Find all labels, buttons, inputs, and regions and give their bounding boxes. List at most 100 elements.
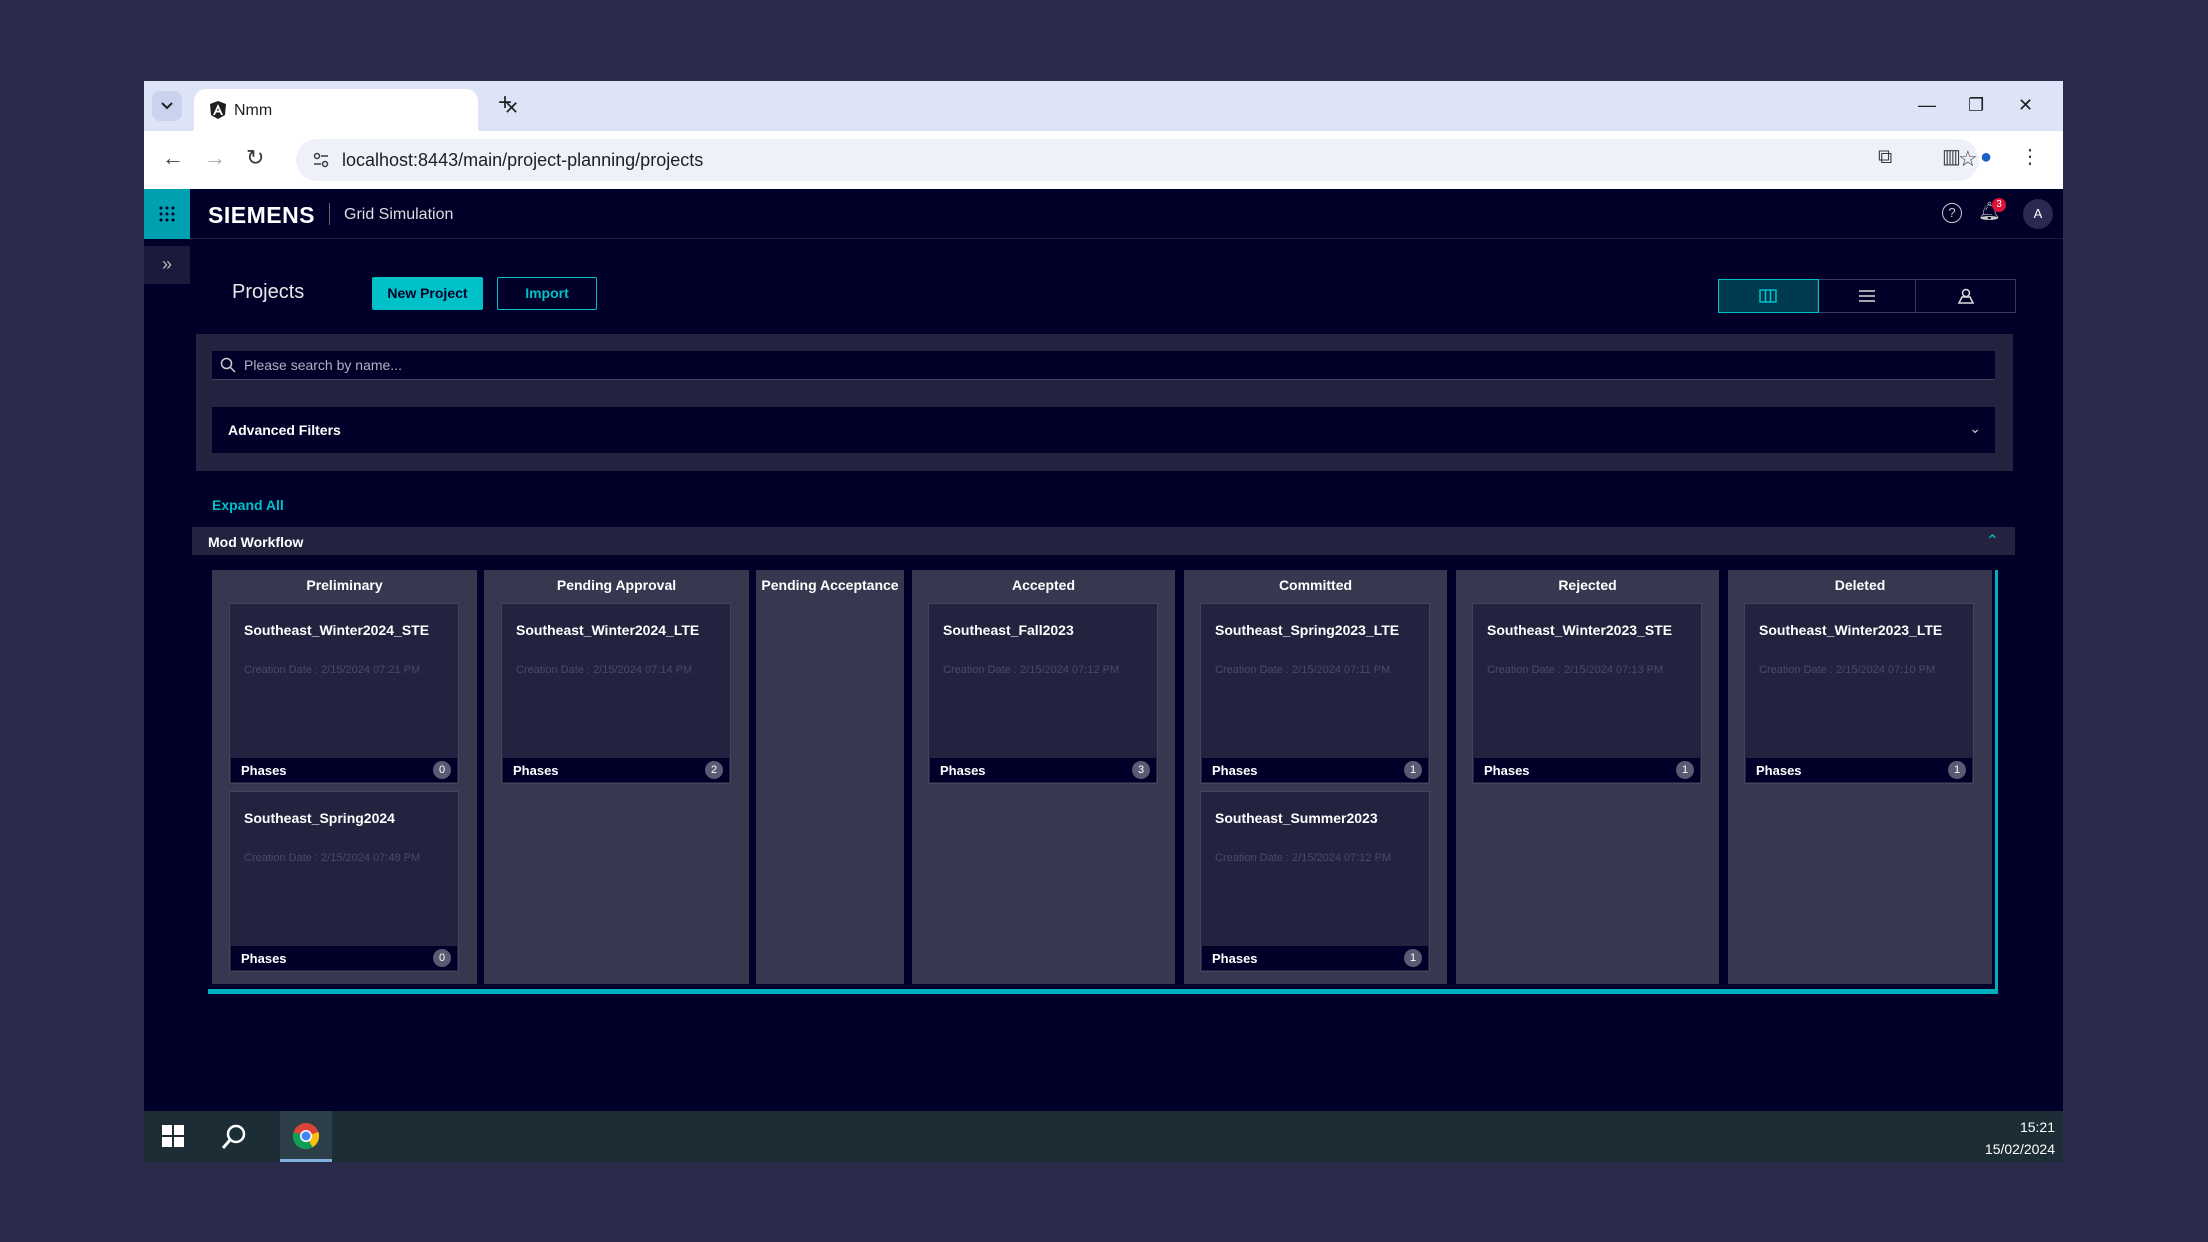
sidebar-expand-icon[interactable]: » xyxy=(144,246,190,284)
close-window-icon[interactable]: ✕ xyxy=(2018,95,2033,116)
avatar[interactable]: A xyxy=(2023,199,2053,229)
project-card[interactable]: Southeast_Summer2023 Creation Date : 2/1… xyxy=(1200,791,1430,972)
phases-label: Phases xyxy=(1212,763,1258,778)
advanced-filters-label: Advanced Filters xyxy=(228,422,341,438)
project-card[interactable]: Southeast_Spring2024 Creation Date : 2/1… xyxy=(229,791,459,972)
site-info-icon[interactable] xyxy=(312,151,330,169)
chevron-down-icon xyxy=(161,102,173,110)
phases-count-badge: 1 xyxy=(1948,761,1966,779)
system-clock[interactable]: 15:21 15/02/2024 xyxy=(1985,1116,2055,1160)
workflow-header[interactable]: Mod Workflow ⌃ xyxy=(192,527,2015,555)
phases-bar: Phases 0 xyxy=(231,758,457,782)
profile-icon[interactable]: ● xyxy=(1980,147,1992,167)
help-icon[interactable]: ? xyxy=(1942,203,1962,223)
project-name: Southeast_Spring2024 xyxy=(244,810,395,826)
tab-title: Nmm xyxy=(234,102,273,119)
column-deleted: Deleted Southeast_Winter2023_LTE Creatio… xyxy=(1728,570,1992,984)
filter-panel: Advanced Filters ⌄ xyxy=(196,334,2013,471)
phases-label: Phases xyxy=(940,763,986,778)
phases-bar: Phases 1 xyxy=(1202,758,1428,782)
app-launcher-button[interactable] xyxy=(144,189,190,239)
view-switcher xyxy=(1718,279,2016,313)
taskbar: 15:21 15/02/2024 xyxy=(144,1111,2063,1162)
creation-date: Creation Date : 2/15/2024 07:12 PM xyxy=(943,664,1120,676)
tab-strip: Nmm ✕ + — ❐ ✕ xyxy=(144,81,2063,131)
brand-logo: SIEMENS xyxy=(208,202,316,228)
phases-count-badge: 0 xyxy=(433,761,451,779)
reload-icon[interactable]: ↻ xyxy=(246,147,264,169)
phases-count-badge: 2 xyxy=(705,761,723,779)
header-divider xyxy=(329,203,330,225)
search-icon[interactable] xyxy=(220,1123,248,1151)
project-card[interactable]: Southeast_Fall2023 Creation Date : 2/15/… xyxy=(928,603,1158,784)
project-name: Southeast_Winter2024_LTE xyxy=(516,622,700,638)
browser-tab[interactable]: Nmm ✕ xyxy=(194,89,519,131)
creation-date: Creation Date : 2/15/2024 07:10 PM xyxy=(1759,664,1936,676)
horizontal-scrollbar[interactable] xyxy=(208,989,1998,994)
address-bar[interactable]: localhost:8443/main/project-planning/pro… xyxy=(296,139,1979,181)
creation-date: Creation Date : 2/15/2024 07:14 PM xyxy=(516,664,693,676)
project-card[interactable]: Southeast_Winter2023_LTE Creation Date :… xyxy=(1744,603,1974,784)
map-pin-icon xyxy=(1957,288,1974,304)
advanced-filters-toggle[interactable]: Advanced Filters ⌄ xyxy=(212,407,1995,453)
project-name: Southeast_Winter2023_STE xyxy=(1487,622,1673,638)
menu-icon[interactable]: ⋮ xyxy=(2020,147,2040,167)
clock-date: 15/02/2024 xyxy=(1984,1141,2055,1157)
search-input[interactable] xyxy=(244,351,1984,379)
column-pending-approval: Pending Approval Southeast_Winter2024_LT… xyxy=(484,570,749,984)
column-preliminary: Preliminary Southeast_Winter2024_STE Cre… xyxy=(212,570,477,984)
phases-count-badge: 1 xyxy=(1404,949,1422,967)
column-title: Accepted xyxy=(1011,577,1076,593)
forward-icon[interactable]: → xyxy=(204,147,226,169)
project-name: Southeast_Winter2023_LTE xyxy=(1759,622,1943,638)
phases-label: Phases xyxy=(1756,763,1802,778)
phases-bar: Phases 2 xyxy=(503,758,729,782)
phases-label: Phases xyxy=(1484,763,1530,778)
project-card[interactable]: Southeast_Spring2023_LTE Creation Date :… xyxy=(1200,603,1430,784)
chevron-up-icon[interactable]: ⌃ xyxy=(1986,531,1999,551)
project-card[interactable]: Southeast_Winter2024_LTE Creation Date :… xyxy=(501,603,731,784)
minimize-icon[interactable]: — xyxy=(1918,95,1936,116)
column-title: Committed xyxy=(1278,577,1353,593)
chrome-icon xyxy=(292,1123,320,1150)
grid-icon xyxy=(159,206,175,222)
extensions-icon[interactable]: ⧉ xyxy=(1878,147,1892,167)
board-view-button[interactable] xyxy=(1718,279,1819,313)
column-title: Preliminary xyxy=(306,577,383,593)
side-panel-icon[interactable]: ▥ xyxy=(1942,147,1961,167)
phases-label: Phases xyxy=(513,763,559,778)
import-button[interactable]: Import xyxy=(497,277,597,310)
project-card[interactable]: Southeast_Winter2024_STE Creation Date :… xyxy=(229,603,459,784)
browser-window: Nmm ✕ + — ❐ ✕ ← → ↻ localhost:8443/main/… xyxy=(144,81,2063,1162)
browser-toolbar: ← → ↻ localhost:8443/main/project-planni… xyxy=(144,131,2063,189)
phases-bar: Phases 1 xyxy=(1474,758,1700,782)
map-view-button[interactable] xyxy=(1916,280,2015,312)
back-icon[interactable]: ← xyxy=(162,147,184,169)
column-rejected: Rejected Southeast_Winter2023_STE Creati… xyxy=(1456,570,1719,984)
windows-start-icon[interactable] xyxy=(162,1125,184,1147)
phases-count-badge: 0 xyxy=(433,949,451,967)
tab-search-button[interactable] xyxy=(152,91,182,121)
notification-badge: 3 xyxy=(1992,198,2006,212)
chrome-taskbar-button[interactable] xyxy=(280,1111,332,1162)
expand-all-link[interactable]: Expand All xyxy=(212,497,284,513)
vertical-scrollbar[interactable] xyxy=(1995,570,1998,989)
column-committed: Committed Southeast_Spring2023_LTE Creat… xyxy=(1184,570,1447,984)
project-name: Southeast_Fall2023 xyxy=(943,622,1074,638)
list-view-button[interactable] xyxy=(1818,280,1917,312)
phases-bar: Phases 0 xyxy=(231,946,457,970)
column-title: Deleted xyxy=(1834,577,1886,593)
project-card[interactable]: Southeast_Winter2023_STE Creation Date :… xyxy=(1472,603,1702,784)
creation-date: Creation Date : 2/15/2024 07:11 PM xyxy=(1215,664,1391,676)
restore-icon[interactable]: ❐ xyxy=(1968,95,1984,116)
new-project-button[interactable]: New Project xyxy=(372,277,483,310)
creation-date: Creation Date : 2/15/2024 07:48 PM xyxy=(244,852,421,864)
column-title: Pending Approval xyxy=(556,577,677,593)
chevron-down-icon: ⌄ xyxy=(1969,420,1981,436)
new-tab-icon[interactable]: + xyxy=(498,91,512,115)
bookmark-star-icon[interactable]: ☆ xyxy=(1958,148,1978,170)
phases-count-badge: 3 xyxy=(1132,761,1150,779)
column-title: Rejected xyxy=(1558,577,1617,593)
page-title: Projects xyxy=(232,281,305,303)
phases-label: Phases xyxy=(241,763,287,778)
